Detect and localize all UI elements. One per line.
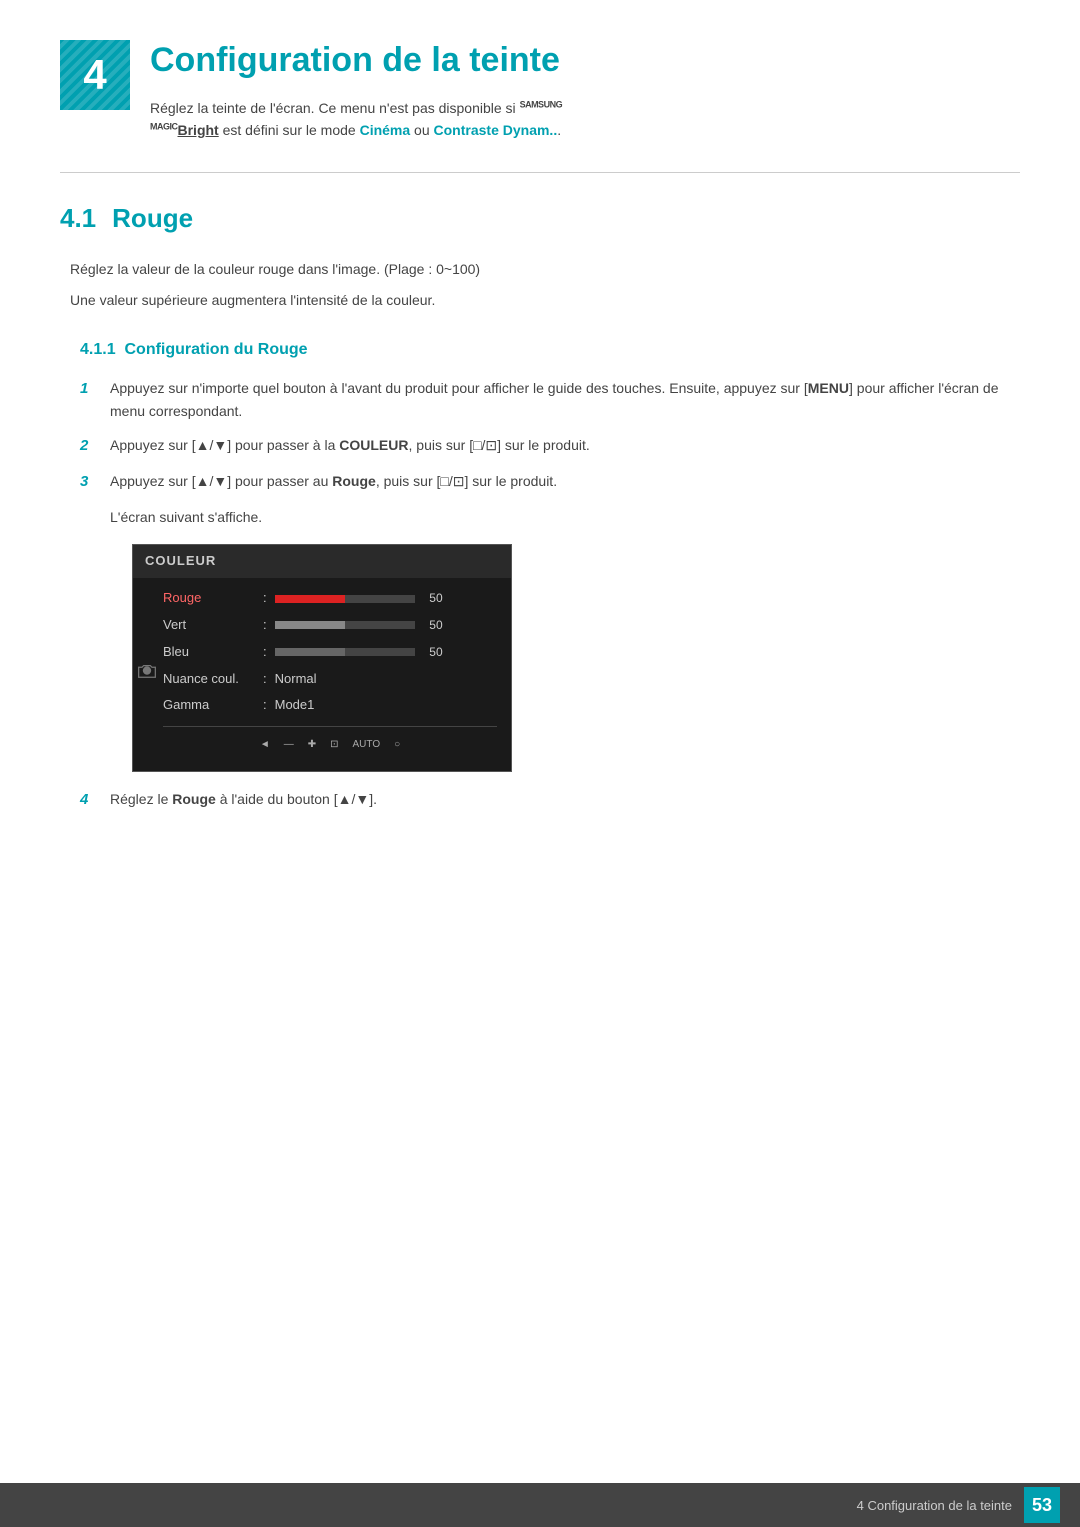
step-content-sub: L'écran suivant s'affiche. COULEUR (110, 506, 1020, 788)
screen-title-bar: COULEUR (133, 545, 511, 578)
list-item-sub: 3 L'écran suivant s'affiche. COULEUR (80, 506, 1020, 788)
screen-icon-row: ◄ — ✚ ⊡ AUTO ○ (163, 726, 497, 757)
step-number-4: 4 (80, 788, 102, 812)
screen-icon-power: ○ (394, 737, 400, 753)
screen-row-vert: Vert : 50 (163, 615, 497, 636)
screen-label-vert: Vert (163, 615, 263, 636)
screen-bar-fill-vert (275, 621, 345, 629)
desc-part2: est défini sur le mode (219, 122, 360, 138)
camera-icon (137, 660, 157, 689)
section-title: Rouge (112, 203, 193, 234)
step-content-2: Appuyez sur [▲/▼] pour passer à la COULE… (110, 434, 1020, 456)
screen-value-vert: 50 (423, 616, 443, 635)
chapter-header: 4 Configuration de la teinte Réglez la t… (0, 0, 1080, 172)
screen-icon-left: ◄ (260, 737, 270, 753)
step-content-4: Réglez le Rouge à l'aide du bouton [▲/▼]… (110, 788, 1020, 810)
section-para-2: Une valeur supérieure augmentera l'inten… (70, 289, 1020, 313)
list-item: 3 Appuyez sur [▲/▼] pour passer au Rouge… (80, 470, 1020, 494)
screen-text-gamma: Mode1 (275, 695, 315, 716)
screen-body: Rouge : 50 (133, 578, 511, 771)
screen-row-gamma: Gamma : Mode1 (163, 695, 497, 716)
menu-key: MENU (808, 380, 849, 396)
footer-page-number: 53 (1024, 1487, 1060, 1523)
screen-value-bleu: 50 (423, 643, 443, 662)
screen-icon-plus: ✚ (308, 737, 316, 753)
step-number-3: 3 (80, 470, 102, 494)
screen-label-nuance: Nuance coul. (163, 669, 263, 690)
screen-label-bleu: Bleu (163, 642, 263, 663)
section-number: 4.1 (60, 203, 96, 234)
chapter-number: 4 (83, 51, 106, 99)
screen-bar-rouge (275, 595, 415, 603)
rouge-label-step4: Rouge (172, 791, 216, 807)
couleur-label: COULEUR (339, 437, 408, 453)
subsection-title: Configuration du Rouge (124, 341, 307, 358)
screen-icon-minus: — (284, 737, 294, 753)
screen-icon-enter: ⊡ (330, 737, 338, 753)
screen-label-gamma: Gamma (163, 695, 263, 716)
chapter-title-area: Configuration de la teinte Réglez la tei… (150, 40, 1020, 142)
desc-end: . (557, 122, 561, 138)
section-para-1: Réglez la valeur de la couleur rouge dan… (70, 258, 1020, 282)
cinema-link: Cinéma (360, 122, 411, 138)
screen-bar-fill-bleu (275, 648, 345, 656)
step-number-2: 2 (80, 434, 102, 458)
subsection-4-1-1: 4.1.1 Configuration du Rouge 1 Appuyez s… (70, 321, 1020, 812)
rouge-label-step3: Rouge (332, 473, 376, 489)
list-item: 4 Réglez le Rouge à l'aide du bouton [▲/… (80, 788, 1020, 812)
chapter-title: Configuration de la teinte (150, 40, 1020, 81)
screen-image: COULEUR (132, 544, 512, 772)
screen-row-bleu: Bleu : 50 (163, 642, 497, 663)
screen-row-nuance: Nuance coul. : Normal (163, 669, 497, 690)
footer-chapter-label: 4 Configuration de la teinte (857, 1498, 1012, 1513)
chapter-description: Réglez la teinte de l'écran. Ce menu n'e… (150, 97, 1020, 142)
chapter-number-box: 4 (60, 40, 130, 110)
list-item: 2 Appuyez sur [▲/▼] pour passer à la COU… (80, 434, 1020, 458)
bright-text: Bright (178, 122, 219, 138)
screen-row-rouge: Rouge : 50 (163, 588, 497, 609)
step-number-1: 1 (80, 377, 102, 401)
subsection-heading: 4.1.1 Configuration du Rouge (80, 341, 1020, 359)
screen-label-rouge: Rouge (163, 588, 263, 609)
section-main: 4.1 Rouge Réglez la valeur de la couleur… (0, 173, 1080, 845)
or-label: ou (410, 122, 433, 138)
page-container: 4 Configuration de la teinte Réglez la t… (0, 0, 1080, 1527)
screen-image-wrapper: COULEUR (132, 544, 1020, 772)
steps-list: 1 Appuyez sur n'importe quel bouton à l'… (80, 377, 1020, 812)
screen-bar-bleu (275, 648, 415, 656)
screen-bar-fill-rouge (275, 595, 345, 603)
page-footer: 4 Configuration de la teinte 53 (0, 1483, 1080, 1527)
contrast-link: Contraste Dynam.. (434, 122, 558, 138)
desc-part1: Réglez la teinte de l'écran. Ce menu n'e… (150, 100, 520, 116)
section-body: Réglez la valeur de la couleur rouge dan… (60, 258, 1020, 813)
screen-text-nuance: Normal (275, 669, 317, 690)
subsection-number: 4.1.1 (80, 341, 124, 358)
step-content-1: Appuyez sur n'importe quel bouton à l'av… (110, 377, 1020, 422)
screen-value-rouge: 50 (423, 589, 443, 608)
step-content-3: Appuyez sur [▲/▼] pour passer au Rouge, … (110, 470, 1020, 492)
screen-icon-auto: AUTO (353, 737, 381, 753)
screen-title-text: COULEUR (145, 553, 216, 568)
screen-bar-vert (275, 621, 415, 629)
section-heading: 4.1 Rouge (60, 203, 1020, 234)
list-item: 1 Appuyez sur n'importe quel bouton à l'… (80, 377, 1020, 422)
